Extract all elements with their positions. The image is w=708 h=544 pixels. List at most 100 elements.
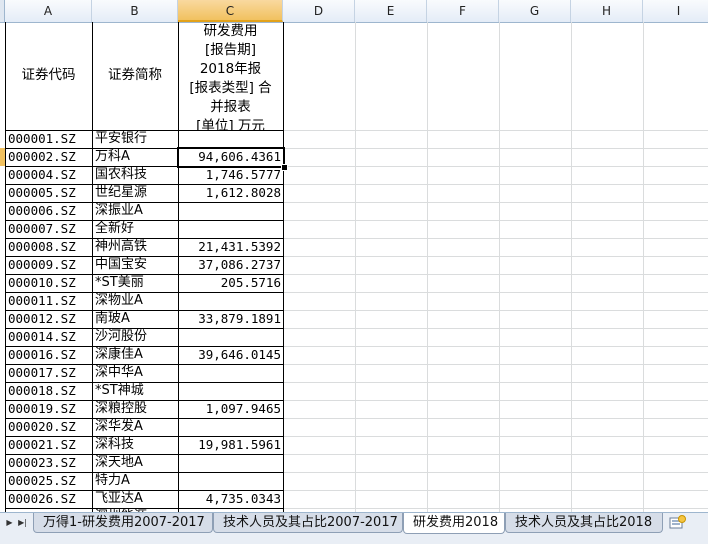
cell-security-name[interactable]: 深康佳A [92, 346, 178, 364]
cell-security-code[interactable]: 000008.SZ [5, 238, 92, 256]
cell-security-code[interactable]: 000007.SZ [5, 220, 92, 238]
cell-rd-expense[interactable]: 205.5716 [178, 274, 283, 292]
cell-rd-expense[interactable] [178, 202, 283, 220]
fill-handle[interactable] [281, 164, 288, 171]
sheet-tab[interactable]: 万得1-研发费用2007-2017 [33, 513, 213, 533]
sheet-tab[interactable]: 技术人员及其占比2018 [505, 513, 663, 533]
cell-rd-expense[interactable] [178, 472, 283, 490]
table-border-horizontal [5, 148, 284, 149]
cell-security-name[interactable]: *ST神城 [92, 382, 178, 400]
cell-rd-expense[interactable]: 1,612.8028 [178, 184, 283, 202]
cell-security-name[interactable]: 深天地A [92, 454, 178, 472]
cell-security-code[interactable]: 000006.SZ [5, 202, 92, 220]
cell-rd-expense[interactable]: 37,086.2737 [178, 256, 283, 274]
skip-last-icon[interactable]: ▶| [17, 516, 28, 530]
cell-security-code[interactable]: 000016.SZ [5, 346, 92, 364]
sheet-tab-bar: ▶ ▶| 万得1-研发费用2007-2017 技术人员及其占比2007-2017 研… [0, 512, 708, 544]
cell-security-code[interactable]: 000002.SZ [5, 148, 92, 166]
cell-security-code[interactable]: 000012.SZ [5, 310, 92, 328]
column-header-i[interactable]: I [643, 0, 708, 22]
cell-security-code[interactable]: 000020.SZ [5, 418, 92, 436]
cell-rd-expense[interactable] [178, 292, 283, 310]
sheet-tab[interactable]: 技术人员及其占比2007-2017 [213, 513, 403, 533]
cell-security-name[interactable]: 中国宝安 [92, 256, 178, 274]
header-cell-code[interactable]: 证券代码 [5, 22, 92, 130]
cell-rd-expense[interactable] [178, 454, 283, 472]
cell-rd-expense[interactable] [178, 382, 283, 400]
cell-security-name[interactable]: 深振业A [92, 202, 178, 220]
cell-security-code[interactable]: 000025.SZ [5, 472, 92, 490]
column-header-d[interactable]: D [283, 0, 355, 22]
cell-security-name[interactable]: 万科A [92, 148, 178, 166]
cell-security-name[interactable]: 深科技 [92, 436, 178, 454]
cell-security-code[interactable]: 000017.SZ [5, 364, 92, 382]
cell-security-name[interactable]: 沙河股份 [92, 328, 178, 346]
cell-security-name[interactable]: 深粮控股 [92, 400, 178, 418]
cell-security-name[interactable]: 飞亚达A [92, 490, 178, 508]
cell-rd-expense[interactable]: 21,431.5392 [178, 238, 283, 256]
column-header-f[interactable]: F [427, 0, 499, 22]
cell-rd-expense[interactable] [178, 328, 283, 346]
cell-rd-expense[interactable]: 39,646.0145 [178, 346, 283, 364]
cell-rd-expense[interactable]: 1,746.5777 [178, 166, 283, 184]
table-border-vertical [283, 22, 284, 512]
cell-security-code[interactable]: 000011.SZ [5, 292, 92, 310]
cell-security-code[interactable]: 000014.SZ [5, 328, 92, 346]
cell-rd-expense[interactable] [178, 418, 283, 436]
cell-security-code[interactable]: 000026.SZ [5, 490, 92, 508]
cell-rd-expense[interactable] [178, 130, 283, 148]
cell-rd-expense[interactable]: 19,981.5961 [178, 436, 283, 454]
sheet-tab-active[interactable]: 研发费用2018 [403, 513, 505, 534]
header-cell-name[interactable]: 证券简称 [92, 22, 178, 130]
cell-rd-expense[interactable] [178, 220, 283, 238]
cell-security-code[interactable]: 000023.SZ [5, 454, 92, 472]
gridline-horizontal [283, 310, 708, 311]
cell-security-code[interactable]: 000005.SZ [5, 184, 92, 202]
table-border-horizontal [5, 400, 284, 401]
column-header-g[interactable]: G [499, 0, 571, 22]
cell-rd-expense[interactable]: 4,735.0343 [178, 490, 283, 508]
gridline-horizontal [283, 274, 708, 275]
cell-rd-expense[interactable]: 33,879.1891 [178, 310, 283, 328]
cell-rd-expense[interactable] [178, 364, 283, 382]
cell-security-code[interactable]: 000001.SZ [5, 130, 92, 148]
header-cell-rd-expense[interactable]: 研发费用 [报告期] 2018年报 [报表类型] 合并报表 [单位] 万元 [178, 22, 283, 130]
cell-security-code[interactable]: 000010.SZ [5, 274, 92, 292]
table-border-horizontal [5, 202, 284, 203]
cell-security-code[interactable]: 000021.SZ [5, 436, 92, 454]
table-border-horizontal [5, 184, 284, 185]
column-header-a[interactable]: A [5, 0, 92, 22]
cell-security-name[interactable]: 世纪星源 [92, 184, 178, 202]
cell-security-name[interactable]: 国农科技 [92, 166, 178, 184]
cell-security-name[interactable]: 深华发A [92, 418, 178, 436]
cell-security-name[interactable]: 特力A [92, 472, 178, 490]
column-header-bar: ABCDEFGHI [0, 0, 708, 23]
cell-security-name[interactable]: 全新好 [92, 220, 178, 238]
cell-rd-expense[interactable]: 1,097.9465 [178, 400, 283, 418]
header-line: [单位] 万元 [196, 118, 265, 130]
cell-security-code[interactable]: 000004.SZ [5, 166, 92, 184]
insert-worksheet-icon[interactable] [669, 515, 686, 530]
cell-security-name[interactable]: 南玻A [92, 310, 178, 328]
column-header-e[interactable]: E [355, 0, 427, 22]
cell-security-name[interactable]: 深物业A [92, 292, 178, 310]
gridline-horizontal [283, 346, 708, 347]
cell-security-name[interactable]: 深中华A [92, 364, 178, 382]
cell-security-name[interactable]: *ST美丽 [92, 274, 178, 292]
column-header-b[interactable]: B [92, 0, 178, 22]
cell-security-code[interactable]: 000019.SZ [5, 400, 92, 418]
table-border-horizontal [5, 454, 284, 455]
column-header-c[interactable]: C [178, 0, 283, 22]
table-border-horizontal [5, 436, 284, 437]
play-right-icon[interactable]: ▶ [4, 516, 15, 530]
cell-security-code[interactable]: 000009.SZ [5, 256, 92, 274]
gridline-horizontal [283, 238, 708, 239]
column-header-h[interactable]: H [571, 0, 643, 22]
table-border-horizontal [5, 130, 284, 131]
cell-security-name[interactable]: 神州高铁 [92, 238, 178, 256]
cell-rd-expense[interactable]: 94,606.4361 [178, 148, 283, 166]
cell-security-code[interactable]: 000018.SZ [5, 382, 92, 400]
header-line: [报告期] [204, 42, 257, 58]
cell-security-name[interactable]: 平安银行 [92, 130, 178, 148]
table-border-horizontal [5, 472, 284, 473]
